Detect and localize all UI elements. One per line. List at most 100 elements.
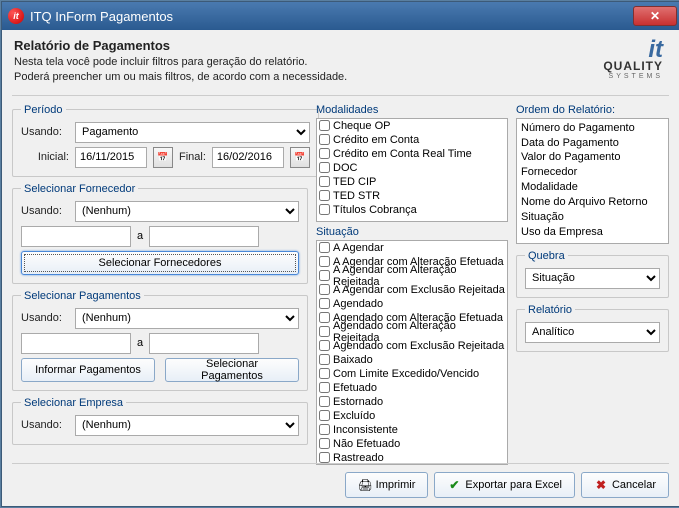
situacao-checkbox[interactable] (319, 452, 330, 463)
modalidades-list[interactable]: Cheque OPCrédito em ContaCrédito em Cont… (316, 118, 508, 222)
modalidades-item[interactable]: Crédito em Conta Real Time (317, 147, 507, 161)
relatorio-select[interactable]: Analítico (525, 322, 660, 343)
situacao-item-label: Agendado com Exclusão Rejeitada (333, 340, 504, 352)
situacao-item[interactable]: Não Efetuado (317, 437, 507, 451)
situacao-item[interactable]: A Agendar com Exclusão Rejeitada (317, 283, 507, 297)
cancelar-button[interactable]: Cancelar (581, 472, 669, 498)
fornecedor-usando-select[interactable]: (Nenhum) (75, 201, 299, 222)
periodo-final-calendar-icon[interactable]: 📅 (290, 147, 310, 168)
modalidades-item[interactable]: TED CIP (317, 175, 507, 189)
situacao-item[interactable]: Estornado (317, 395, 507, 409)
situacao-item-label: Inconsistente (333, 424, 398, 436)
situacao-item[interactable]: A Agendar com Alteração Rejeitada (317, 269, 507, 283)
situacao-item[interactable]: Com Limite Excedido/Vencido (317, 367, 507, 381)
group-quebra: Quebra Situação (516, 250, 669, 298)
situacao-item-label: A Agendar com Exclusão Rejeitada (333, 284, 505, 296)
situacao-list[interactable]: A AgendarA Agendar com Alteração Efetuad… (316, 240, 508, 465)
situacao-checkbox[interactable] (319, 368, 330, 379)
situacao-checkbox[interactable] (319, 340, 330, 351)
modalidades-item[interactable]: DOC (317, 161, 507, 175)
selecionar-pagamentos-button[interactable]: Selecionar Pagamentos (165, 358, 299, 382)
bottom-action-bar: Imprimir Exportar para Excel Cancelar (12, 463, 669, 498)
periodo-final-input[interactable] (212, 147, 284, 168)
periodo-inicial-calendar-icon[interactable]: 📅 (153, 147, 173, 168)
situacao-item-label: Com Limite Excedido/Vencido (333, 368, 479, 380)
modalidades-item[interactable]: TED STR (317, 189, 507, 203)
ordem-item[interactable]: Data do Pagamento (521, 136, 664, 151)
selecionar-fornecedores-button[interactable]: Selecionar Fornecedores (21, 251, 299, 275)
situacao-item[interactable]: A Agendar (317, 241, 507, 255)
window-content: Relatório de Pagamentos Nesta tela você … (2, 30, 679, 506)
window-close-button[interactable]: ✕ (633, 6, 677, 26)
situacao-item[interactable]: Inconsistente (317, 423, 507, 437)
pagamentos-usando-select[interactable]: (Nenhum) (75, 308, 299, 329)
situacao-checkbox[interactable] (319, 256, 330, 267)
situacao-checkbox[interactable] (319, 270, 330, 281)
middle-column: Modalidades Cheque OPCrédito em ContaCré… (316, 104, 508, 465)
modalidades-checkbox[interactable] (319, 162, 330, 173)
informar-pagamentos-button[interactable]: Informar Pagamentos (21, 358, 155, 382)
situacao-item-label: Baixado (333, 354, 373, 366)
fornecedor-to-input[interactable] (149, 226, 259, 247)
ordem-item[interactable]: Fornecedor (521, 165, 664, 180)
modalidades-item[interactable]: Cheque OP (317, 119, 507, 133)
situacao-checkbox[interactable] (319, 326, 330, 337)
pagamentos-usando-label: Usando: (21, 312, 69, 324)
group-periodo: Período Usando: Pagamento Inicial: 📅 Fin… (12, 104, 319, 177)
situacao-checkbox[interactable] (319, 242, 330, 253)
pagamentos-from-input[interactable] (21, 333, 131, 354)
situacao-item[interactable]: Agendado com Alteração Rejeitada (317, 325, 507, 339)
modalidades-item-label: Títulos Cobrança (333, 204, 417, 216)
periodo-inicial-input[interactable] (75, 147, 147, 168)
periodo-usando-select[interactable]: Pagamento (75, 122, 310, 143)
ordem-item[interactable]: Número do Pagamento (521, 121, 664, 136)
situacao-item[interactable]: Agendado (317, 297, 507, 311)
situacao-checkbox[interactable] (319, 298, 330, 309)
situacao-checkbox[interactable] (319, 284, 330, 295)
modalidades-checkbox[interactable] (319, 190, 330, 201)
modalidades-checkbox[interactable] (319, 176, 330, 187)
periodo-legend: Período (21, 104, 66, 116)
modalidades-checkbox[interactable] (319, 148, 330, 159)
pagamentos-to-input[interactable] (149, 333, 259, 354)
situacao-item[interactable]: Agendado com Exclusão Rejeitada (317, 339, 507, 353)
situacao-checkbox[interactable] (319, 382, 330, 393)
modalidades-checkbox[interactable] (319, 134, 330, 145)
ordem-list[interactable]: Número do PagamentoData do PagamentoValo… (516, 118, 669, 244)
situacao-checkbox[interactable] (319, 396, 330, 407)
situacao-checkbox[interactable] (319, 354, 330, 365)
situacao-item[interactable]: Excluído (317, 409, 507, 423)
ordem-item[interactable]: Uso da Empresa (521, 225, 664, 240)
fornecedor-usando-label: Usando: (21, 205, 69, 217)
situacao-checkbox[interactable] (319, 438, 330, 449)
situacao-item-label: Não Efetuado (333, 438, 400, 450)
ordem-item[interactable]: Situação (521, 210, 664, 225)
group-empresa: Selecionar Empresa Usando: (Nenhum) (12, 397, 308, 445)
situacao-checkbox[interactable] (319, 312, 330, 323)
imprimir-button[interactable]: Imprimir (345, 472, 429, 498)
modalidades-item[interactable]: Títulos Cobrança (317, 203, 507, 217)
situacao-checkbox[interactable] (319, 410, 330, 421)
situacao-item[interactable]: Baixado (317, 353, 507, 367)
modalidades-item-label: TED STR (333, 190, 380, 202)
divider (12, 95, 669, 96)
situacao-item-label: Agendado (333, 298, 383, 310)
modalidades-checkbox[interactable] (319, 120, 330, 131)
ordem-item[interactable]: Valor do Pagamento (521, 150, 664, 165)
empresa-usando-select[interactable]: (Nenhum) (75, 415, 299, 436)
situacao-item[interactable]: Efetuado (317, 381, 507, 395)
titlebar: it ITQ InForm Pagamentos ✕ (2, 2, 679, 30)
quebra-select[interactable]: Situação (525, 268, 660, 289)
modalidades-checkbox[interactable] (319, 204, 330, 215)
situacao-checkbox[interactable] (319, 424, 330, 435)
situacao-item-label: Rastreado (333, 452, 384, 464)
empresa-usando-label: Usando: (21, 419, 69, 431)
modalidades-item[interactable]: Crédito em Conta (317, 133, 507, 147)
page-description: Nesta tela você pode incluir filtros par… (14, 55, 669, 85)
ordem-item[interactable]: Nome do Arquivo Retorno (521, 195, 664, 210)
fornecedor-from-input[interactable] (21, 226, 131, 247)
ordem-label: Ordem do Relatório: (516, 104, 669, 116)
exportar-excel-button[interactable]: Exportar para Excel (434, 472, 575, 498)
modalidades-item-label: Crédito em Conta (333, 134, 419, 146)
ordem-item[interactable]: Modalidade (521, 180, 664, 195)
